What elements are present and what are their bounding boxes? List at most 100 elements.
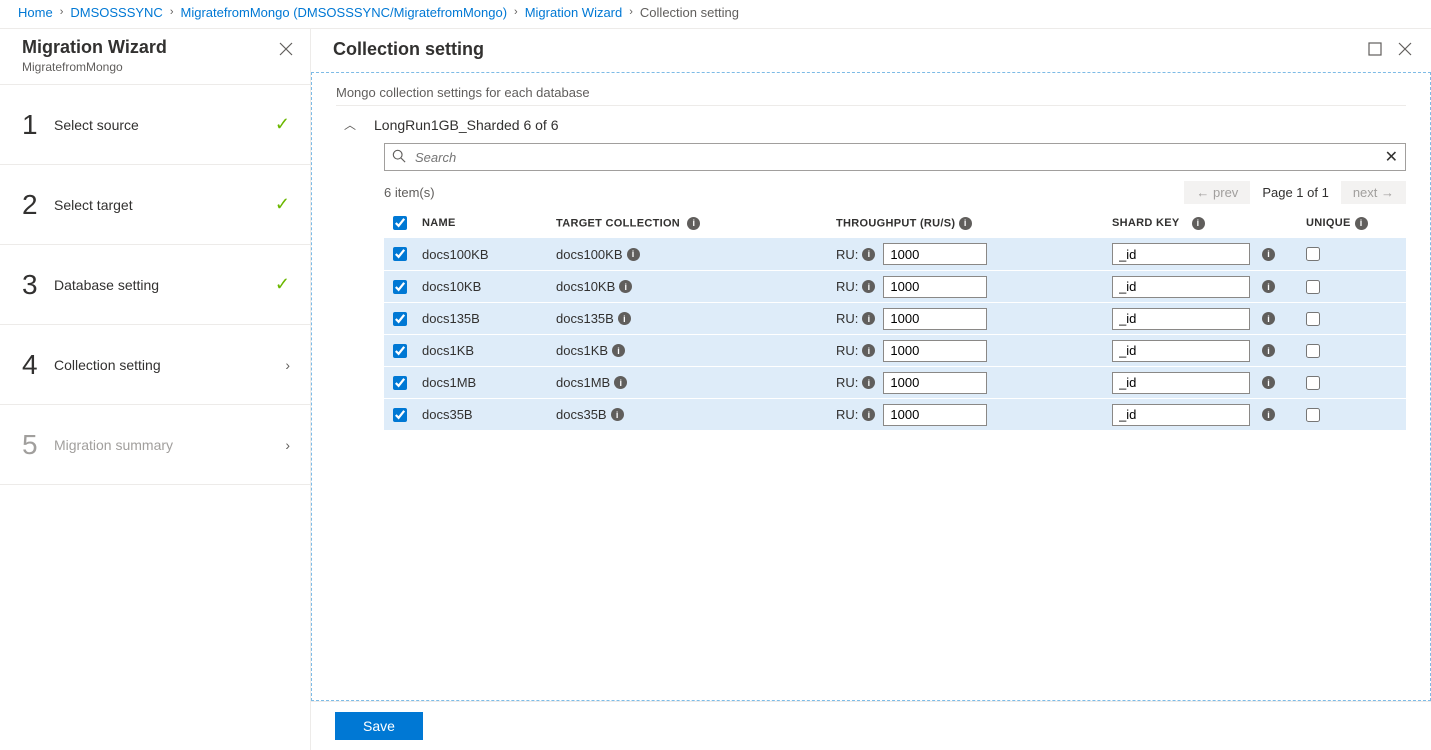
breadcrumb-dmsosssync[interactable]: DMSOSSSYNC xyxy=(70,5,162,20)
unique-checkbox[interactable] xyxy=(1306,376,1320,390)
info-icon[interactable]: i xyxy=(862,312,875,325)
info-icon[interactable]: i xyxy=(614,376,627,389)
clear-search-button[interactable]: ✕ xyxy=(1385,147,1398,167)
shard-key-input[interactable] xyxy=(1112,404,1250,426)
group-label: LongRun1GB_Sharded 6 of 6 xyxy=(374,117,558,133)
breadcrumb-home[interactable]: Home xyxy=(18,5,53,20)
select-all-checkbox[interactable] xyxy=(393,216,407,230)
sidebar-subtitle: MigratefromMongo xyxy=(22,60,294,74)
step-label: Collection setting xyxy=(54,357,161,373)
info-icon[interactable]: i xyxy=(627,248,640,261)
breadcrumb-migration-wizard[interactable]: Migration Wizard xyxy=(525,5,623,20)
search-icon xyxy=(392,149,406,163)
table-row: docs1MBdocs1MB iRU: i i xyxy=(384,366,1406,398)
info-icon[interactable]: i xyxy=(862,280,875,293)
ru-label: RU: xyxy=(836,279,858,294)
row-name: docs10KB xyxy=(416,279,556,294)
table-row: docs100KBdocs100KB i RU: i i xyxy=(384,238,1406,270)
breadcrumb: Home › DMSOSSSYNC › MigratefromMongo (DM… xyxy=(0,0,1431,28)
info-icon[interactable]: i xyxy=(1262,344,1275,357)
close-content-button[interactable] xyxy=(1397,41,1413,57)
info-icon[interactable]: i xyxy=(1192,217,1205,230)
search-input[interactable] xyxy=(384,143,1406,171)
section-subtext: Mongo collection settings for each datab… xyxy=(336,85,1406,106)
close-icon xyxy=(1398,42,1412,56)
throughput-input[interactable] xyxy=(883,372,987,394)
shard-key-input[interactable] xyxy=(1112,372,1250,394)
throughput-input[interactable] xyxy=(883,340,987,362)
chevron-right-icon: › xyxy=(629,6,633,18)
check-icon: ✓ xyxy=(275,194,290,215)
throughput-input[interactable] xyxy=(883,308,987,330)
breadcrumb-current: Collection setting xyxy=(640,5,739,20)
info-icon[interactable]: i xyxy=(1262,248,1275,261)
info-icon[interactable]: i xyxy=(687,217,700,230)
wizard-step-3[interactable]: 3Database setting✓ xyxy=(0,245,310,325)
close-icon xyxy=(279,42,293,56)
maximize-icon xyxy=(1368,42,1382,56)
check-icon: ✓ xyxy=(275,274,290,295)
shard-key-input[interactable] xyxy=(1112,340,1250,362)
save-button[interactable]: Save xyxy=(335,712,423,740)
chevron-right-icon: › xyxy=(285,357,290,373)
row-checkbox[interactable] xyxy=(393,247,407,261)
content-pane: Collection setting Mongo collection sett… xyxy=(311,29,1431,750)
step-number: 1 xyxy=(22,109,50,141)
info-icon[interactable]: i xyxy=(1355,217,1368,230)
row-checkbox[interactable] xyxy=(393,280,407,294)
breadcrumb-migratefrommongo[interactable]: MigratefromMongo (DMSOSSSYNC/Migratefrom… xyxy=(181,5,508,20)
info-icon[interactable]: i xyxy=(1262,376,1275,389)
shard-key-input[interactable] xyxy=(1112,308,1250,330)
table-row: docs135Bdocs135B iRU: i i xyxy=(384,302,1406,334)
row-checkbox[interactable] xyxy=(393,312,407,326)
row-target: docs10KB xyxy=(556,279,615,294)
shard-key-input[interactable] xyxy=(1112,276,1250,298)
row-checkbox[interactable] xyxy=(393,408,407,422)
wizard-sidebar: Migration Wizard MigratefromMongo 1Selec… xyxy=(0,29,311,750)
row-target: docs1KB xyxy=(556,343,608,358)
unique-checkbox[interactable] xyxy=(1306,408,1320,422)
wizard-step-4[interactable]: 4Collection setting› xyxy=(0,325,310,405)
info-icon[interactable]: i xyxy=(862,408,875,421)
wizard-step-1[interactable]: 1Select source✓ xyxy=(0,85,310,165)
throughput-input[interactable] xyxy=(883,276,987,298)
row-name: docs100KB xyxy=(416,247,556,262)
unique-checkbox[interactable] xyxy=(1306,344,1320,358)
table-row: docs35Bdocs35B iRU: i i xyxy=(384,398,1406,430)
info-icon[interactable]: i xyxy=(1262,280,1275,293)
wizard-step-2[interactable]: 2Select target✓ xyxy=(0,165,310,245)
info-icon[interactable]: i xyxy=(612,344,625,357)
row-checkbox[interactable] xyxy=(393,344,407,358)
info-icon[interactable]: i xyxy=(862,376,875,389)
page-indicator: Page 1 of 1 xyxy=(1262,185,1329,200)
info-icon[interactable]: i xyxy=(862,248,875,261)
throughput-input[interactable] xyxy=(883,404,987,426)
maximize-button[interactable] xyxy=(1367,41,1383,57)
unique-checkbox[interactable] xyxy=(1306,247,1320,261)
ru-label: RU: xyxy=(836,247,858,262)
info-icon[interactable]: i xyxy=(959,217,972,230)
item-count: 6 item(s) xyxy=(384,185,435,200)
column-headers: NAME TARGET COLLECTION i THROUGHPUT (RU/… xyxy=(384,210,1406,238)
wizard-step-5[interactable]: 5Migration summary› xyxy=(0,405,310,485)
info-icon[interactable]: i xyxy=(611,408,624,421)
info-icon[interactable]: i xyxy=(619,280,632,293)
next-page-button[interactable]: next → xyxy=(1341,181,1406,204)
shard-key-input[interactable] xyxy=(1112,243,1250,265)
info-icon[interactable]: i xyxy=(618,312,631,325)
throughput-input[interactable] xyxy=(883,243,987,265)
close-sidebar-button[interactable] xyxy=(276,39,296,59)
table-row: docs1KBdocs1KB iRU: i i xyxy=(384,334,1406,366)
ru-label: RU: xyxy=(836,343,858,358)
unique-checkbox[interactable] xyxy=(1306,312,1320,326)
row-target: docs100KB xyxy=(556,247,623,262)
info-icon[interactable]: i xyxy=(862,344,875,357)
info-icon[interactable]: i xyxy=(1262,312,1275,325)
group-header[interactable]: ︿ LongRun1GB_Sharded 6 of 6 xyxy=(336,106,1406,143)
ru-label: RU: xyxy=(836,375,858,390)
chevron-right-icon: › xyxy=(514,6,518,18)
unique-checkbox[interactable] xyxy=(1306,280,1320,294)
info-icon[interactable]: i xyxy=(1262,408,1275,421)
row-checkbox[interactable] xyxy=(393,376,407,390)
prev-page-button[interactable]: ← prev xyxy=(1184,181,1250,204)
